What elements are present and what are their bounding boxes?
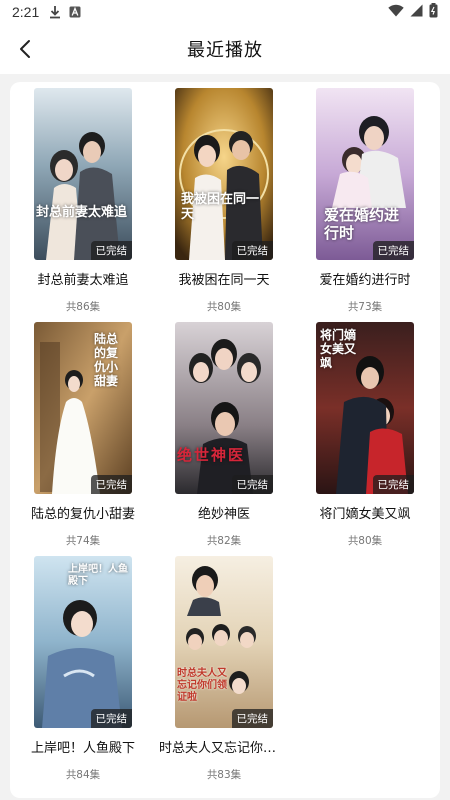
episode-count: 共74集 xyxy=(65,535,101,547)
drama-title: 我被困在同一天 xyxy=(178,273,270,288)
drama-card[interactable]: 绝世神医 已完结 绝妙神医 共82集 xyxy=(159,322,289,548)
drama-poster[interactable]: 我被困在同一天 已完结 xyxy=(175,88,273,260)
app-header: 最近播放 xyxy=(0,24,450,74)
drama-title: 封总前妻太难追 xyxy=(37,273,129,288)
wifi-icon xyxy=(388,4,404,21)
status-time: 2:21 xyxy=(12,4,40,20)
poster-title-art: 爱在婚约进行时 xyxy=(324,206,400,242)
status-badge: 已完结 xyxy=(372,475,414,494)
poster-title-art: 陆总的复仇小甜妻 xyxy=(94,332,119,388)
font-icon xyxy=(69,6,81,18)
poster-title-art: 封总前妻太难追 xyxy=(36,205,128,220)
status-badge: 已完结 xyxy=(90,241,132,260)
status-badge: 已完结 xyxy=(231,241,273,260)
status-badge: 已完结 xyxy=(231,475,273,494)
drama-card[interactable]: 将门嫡女美又飒 已完结 将门嫡女美又飒 共80集 xyxy=(300,322,430,548)
drama-card[interactable]: 时总夫人又忘记你们领证啦 已完结 时总夫人又忘记你们领... 共83集 xyxy=(159,556,289,782)
episode-count: 共80集 xyxy=(347,535,383,547)
download-icon xyxy=(49,5,61,19)
drama-poster[interactable]: 将门嫡女美又飒 已完结 xyxy=(316,322,414,494)
drama-title: 爱在婚约进行时 xyxy=(319,273,411,288)
status-badge: 已完结 xyxy=(90,475,132,494)
status-badge: 已完结 xyxy=(372,241,414,260)
drama-card[interactable]: 爱在婚约进行时 已完结 爱在婚约进行时 共73集 xyxy=(300,88,430,314)
status-badge: 已完结 xyxy=(90,709,132,728)
page-title: 最近播放 xyxy=(187,40,263,61)
poster-title-art: 绝世神医 xyxy=(177,446,246,464)
signal-icon xyxy=(410,4,423,21)
drama-title: 陆总的复仇小甜妻 xyxy=(30,507,135,522)
episode-count: 共73集 xyxy=(347,301,383,313)
episode-count: 共80集 xyxy=(206,301,242,313)
episode-count: 共84集 xyxy=(65,769,101,781)
status-bar: 2:21 xyxy=(0,0,450,24)
drama-card[interactable]: 陆总的复仇小甜妻 已完结 陆总的复仇小甜妻 共74集 xyxy=(18,322,148,548)
drama-card[interactable]: 封总前妻太难追 已完结 封总前妻太难追 共86集 xyxy=(18,88,148,314)
status-badge: 已完结 xyxy=(231,709,273,728)
drama-poster[interactable]: 时总夫人又忘记你们领证啦 已完结 xyxy=(175,556,273,728)
back-arrow-icon[interactable] xyxy=(10,34,40,64)
drama-card[interactable]: 上岸吧！人鱼殿下 已完结 上岸吧！人鱼殿下 共84集 xyxy=(18,556,148,782)
drama-poster[interactable]: 爱在婚约进行时 已完结 xyxy=(316,88,414,260)
episode-count: 共86集 xyxy=(65,301,101,313)
drama-title: 时总夫人又忘记你们领... xyxy=(159,741,289,756)
poster-title-art: 上岸吧！人鱼殿下 xyxy=(68,564,128,587)
drama-title: 上岸吧！人鱼殿下 xyxy=(30,741,135,756)
drama-poster[interactable]: 陆总的复仇小甜妻 已完结 xyxy=(34,322,132,494)
battery-icon xyxy=(429,2,438,22)
episode-count: 共83集 xyxy=(206,769,242,781)
recent-list-panel: 封总前妻太难追 已完结 封总前妻太难追 共86集 我被困在同一天 已完结 我被困… xyxy=(10,82,440,798)
poster-title-art: 时总夫人又忘记你们领证啦 xyxy=(177,668,227,703)
episode-count: 共82集 xyxy=(206,535,242,547)
poster-title-art: 将门嫡女美又飒 xyxy=(320,328,357,370)
drama-title: 绝妙神医 xyxy=(197,507,250,522)
poster-title-art: 我被困在同一天 xyxy=(181,192,260,222)
drama-poster[interactable]: 封总前妻太难追 已完结 xyxy=(34,88,132,260)
drama-title: 将门嫡女美又飒 xyxy=(319,507,411,522)
drama-poster[interactable]: 绝世神医 已完结 xyxy=(175,322,273,494)
drama-card[interactable]: 我被困在同一天 已完结 我被困在同一天 共80集 xyxy=(159,88,289,314)
drama-poster[interactable]: 上岸吧！人鱼殿下 已完结 xyxy=(34,556,132,728)
